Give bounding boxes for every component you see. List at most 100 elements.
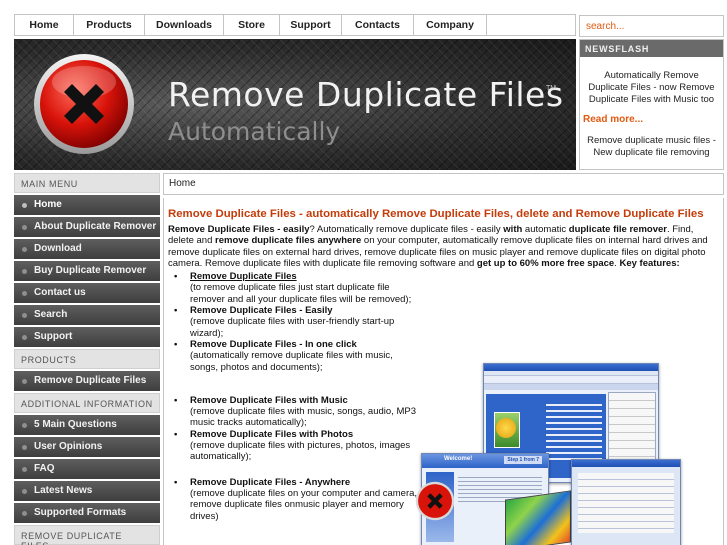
sidebar-item-faq[interactable]: FAQ (14, 459, 160, 479)
sidebar-item-label: Latest News (34, 485, 93, 496)
feature-desc: (remove duplicate files with user-friend… (190, 316, 395, 339)
bullet-icon (22, 269, 27, 274)
sidebar-item-buy[interactable]: Buy Duplicate Remover (14, 261, 160, 281)
nav-support[interactable]: Support (280, 15, 342, 35)
sidebar-item-about[interactable]: About Duplicate Remover (14, 217, 160, 237)
software-box-image (505, 490, 571, 545)
bullet-icon: • (174, 305, 178, 317)
bullet-icon (22, 225, 27, 230)
sidebar-item-remove-duplicate-files[interactable]: Remove Duplicate Files (14, 371, 160, 391)
list-spacer (168, 463, 418, 477)
sidebar-item-home[interactable]: Home (14, 195, 160, 215)
list-item: • Remove Duplicate Files with Photos (re… (168, 429, 418, 463)
remove-duplicate-files-heading: REMOVE DUPLICATE FILES (14, 525, 160, 545)
read-more-link[interactable]: Read more... (580, 106, 723, 125)
sidebar-item-5-main-questions[interactable]: 5 Main Questions (14, 415, 160, 435)
page-title: Remove Duplicate Files - automatically R… (168, 208, 704, 220)
product-screenshot: Welcome! Step 1 from 7 (415, 363, 719, 545)
nav-store[interactable]: Store (224, 15, 280, 35)
top-navigation: Home Products Downloads Store Support Co… (14, 14, 576, 36)
sidebar-item-label: 5 Main Questions (34, 419, 117, 430)
intro-bold: get up to 60% more free space (476, 257, 615, 269)
intro-bold: with (503, 224, 523, 235)
breadcrumb-home[interactable]: Home (169, 178, 196, 189)
wizard-step: Step 1 from 7 (504, 456, 542, 464)
feature-desc: (to remove duplicate files just start du… (190, 282, 412, 305)
banner-title: Remove Duplicate Files (168, 75, 564, 114)
red-x-circle-icon (34, 54, 134, 154)
wizard-title: Welcome! (444, 456, 473, 462)
intro-text: ? Automatically remove duplicate files -… (309, 224, 504, 235)
intro-bold: Remove Duplicate Files - easily (168, 224, 310, 235)
bullet-icon (22, 489, 27, 494)
feature-desc: (remove duplicate files on your computer… (190, 487, 418, 522)
bullet-icon (22, 423, 27, 428)
bullet-icon (22, 203, 27, 208)
newsflash-text-2: Remove duplicate music files - New dupli… (587, 135, 716, 158)
sidebar-item-label: Supported Formats (34, 507, 127, 518)
intro-paragraph: Remove Duplicate Files - easily? Automat… (168, 224, 719, 269)
sidebar-item-label: FAQ (34, 463, 55, 474)
sidebar-item-support[interactable]: Support (14, 327, 160, 347)
sidebar-item-label: About Duplicate Remover (34, 221, 157, 232)
feature-title: Remove Duplicate Files with Photos (190, 428, 354, 440)
bullet-icon (22, 511, 27, 516)
feature-desc: (automatically remove duplicate files wi… (190, 350, 393, 373)
sidebar-item-user-opinions[interactable]: User Opinions (14, 437, 160, 457)
bullet-icon (22, 467, 27, 472)
feature-title: Remove Duplicate Files - Easily (190, 305, 333, 317)
newsflash-heading: NEWSFLASH (580, 40, 723, 57)
intro-bold: Key features: (619, 257, 680, 269)
bullet-icon: • (174, 476, 178, 488)
main-menu-heading: MAIN MENU (14, 173, 160, 193)
sidebar-item-search[interactable]: Search (14, 305, 160, 325)
additional-information-heading: ADDITIONAL INFORMATION (14, 393, 160, 413)
bullet-icon: • (174, 394, 178, 406)
list-item: • Remove Duplicate Files - Anywhere (rem… (168, 477, 418, 522)
bullet-icon (22, 379, 27, 384)
sidebar-item-download[interactable]: Download (14, 239, 160, 259)
sidebar-item-label: User Opinions (34, 441, 103, 452)
sidebar-item-latest-news[interactable]: Latest News (14, 481, 160, 501)
breadcrumb: Home (163, 173, 724, 195)
main-content: Remove Duplicate Files - automatically R… (163, 198, 724, 545)
sidebar-item-label: Search (34, 309, 68, 320)
list-item: • Remove Duplicate Files - In one click … (168, 339, 418, 373)
feature-title: Remove Duplicate Files with Music (190, 394, 348, 406)
bullet-icon (22, 335, 27, 340)
options-window-image (571, 459, 681, 545)
bullet-icon: • (174, 428, 178, 440)
nav-filler (487, 15, 575, 35)
sidebar-item-supported-formats[interactable]: Supported Formats (14, 503, 160, 523)
search-input[interactable] (579, 15, 724, 37)
intro-bold: duplicate file remover (568, 224, 667, 235)
feature-title-link[interactable]: Remove Duplicate Files (190, 271, 297, 282)
nav-downloads[interactable]: Downloads (145, 15, 224, 35)
newsflash-panel: NEWSFLASH Automatically Remove Duplicate… (579, 39, 724, 170)
feature-title: Remove Duplicate Files - In one click (190, 338, 357, 350)
intro-bold: remove duplicate files anywhere (215, 235, 362, 247)
nav-company[interactable]: Company (414, 15, 487, 35)
nav-products[interactable]: Products (74, 15, 145, 35)
bullet-icon: • (174, 271, 178, 283)
sidebar-item-label: Remove Duplicate Files (34, 375, 147, 386)
feature-desc: (remove duplicate files with pictures, p… (190, 440, 411, 463)
nav-home[interactable]: Home (15, 15, 74, 35)
header-banner: Remove Duplicate Files TM Automatically (14, 39, 576, 170)
bullet-icon (22, 313, 27, 318)
list-item: • Remove Duplicate Files - Easily (remov… (168, 305, 418, 339)
nav-contacts[interactable]: Contacts (342, 15, 414, 35)
sidebar-item-label: Contact us (34, 287, 86, 298)
newsflash-text: Automatically Remove Duplicate Files - n… (588, 70, 715, 105)
feature-title: Remove Duplicate Files - Anywhere (190, 476, 351, 488)
bullet-icon: • (174, 338, 178, 350)
bullet-icon (22, 445, 27, 450)
list-spacer (168, 373, 418, 395)
bullet-icon (22, 247, 27, 252)
red-x-circle-icon (415, 481, 455, 521)
sidebar-item-label: Buy Duplicate Remover (34, 265, 147, 276)
sidebar: MAIN MENU Home About Duplicate Remover D… (14, 173, 160, 545)
products-heading: PRODUCTS (14, 349, 160, 369)
bullet-icon (22, 291, 27, 296)
sidebar-item-contact[interactable]: Contact us (14, 283, 160, 303)
